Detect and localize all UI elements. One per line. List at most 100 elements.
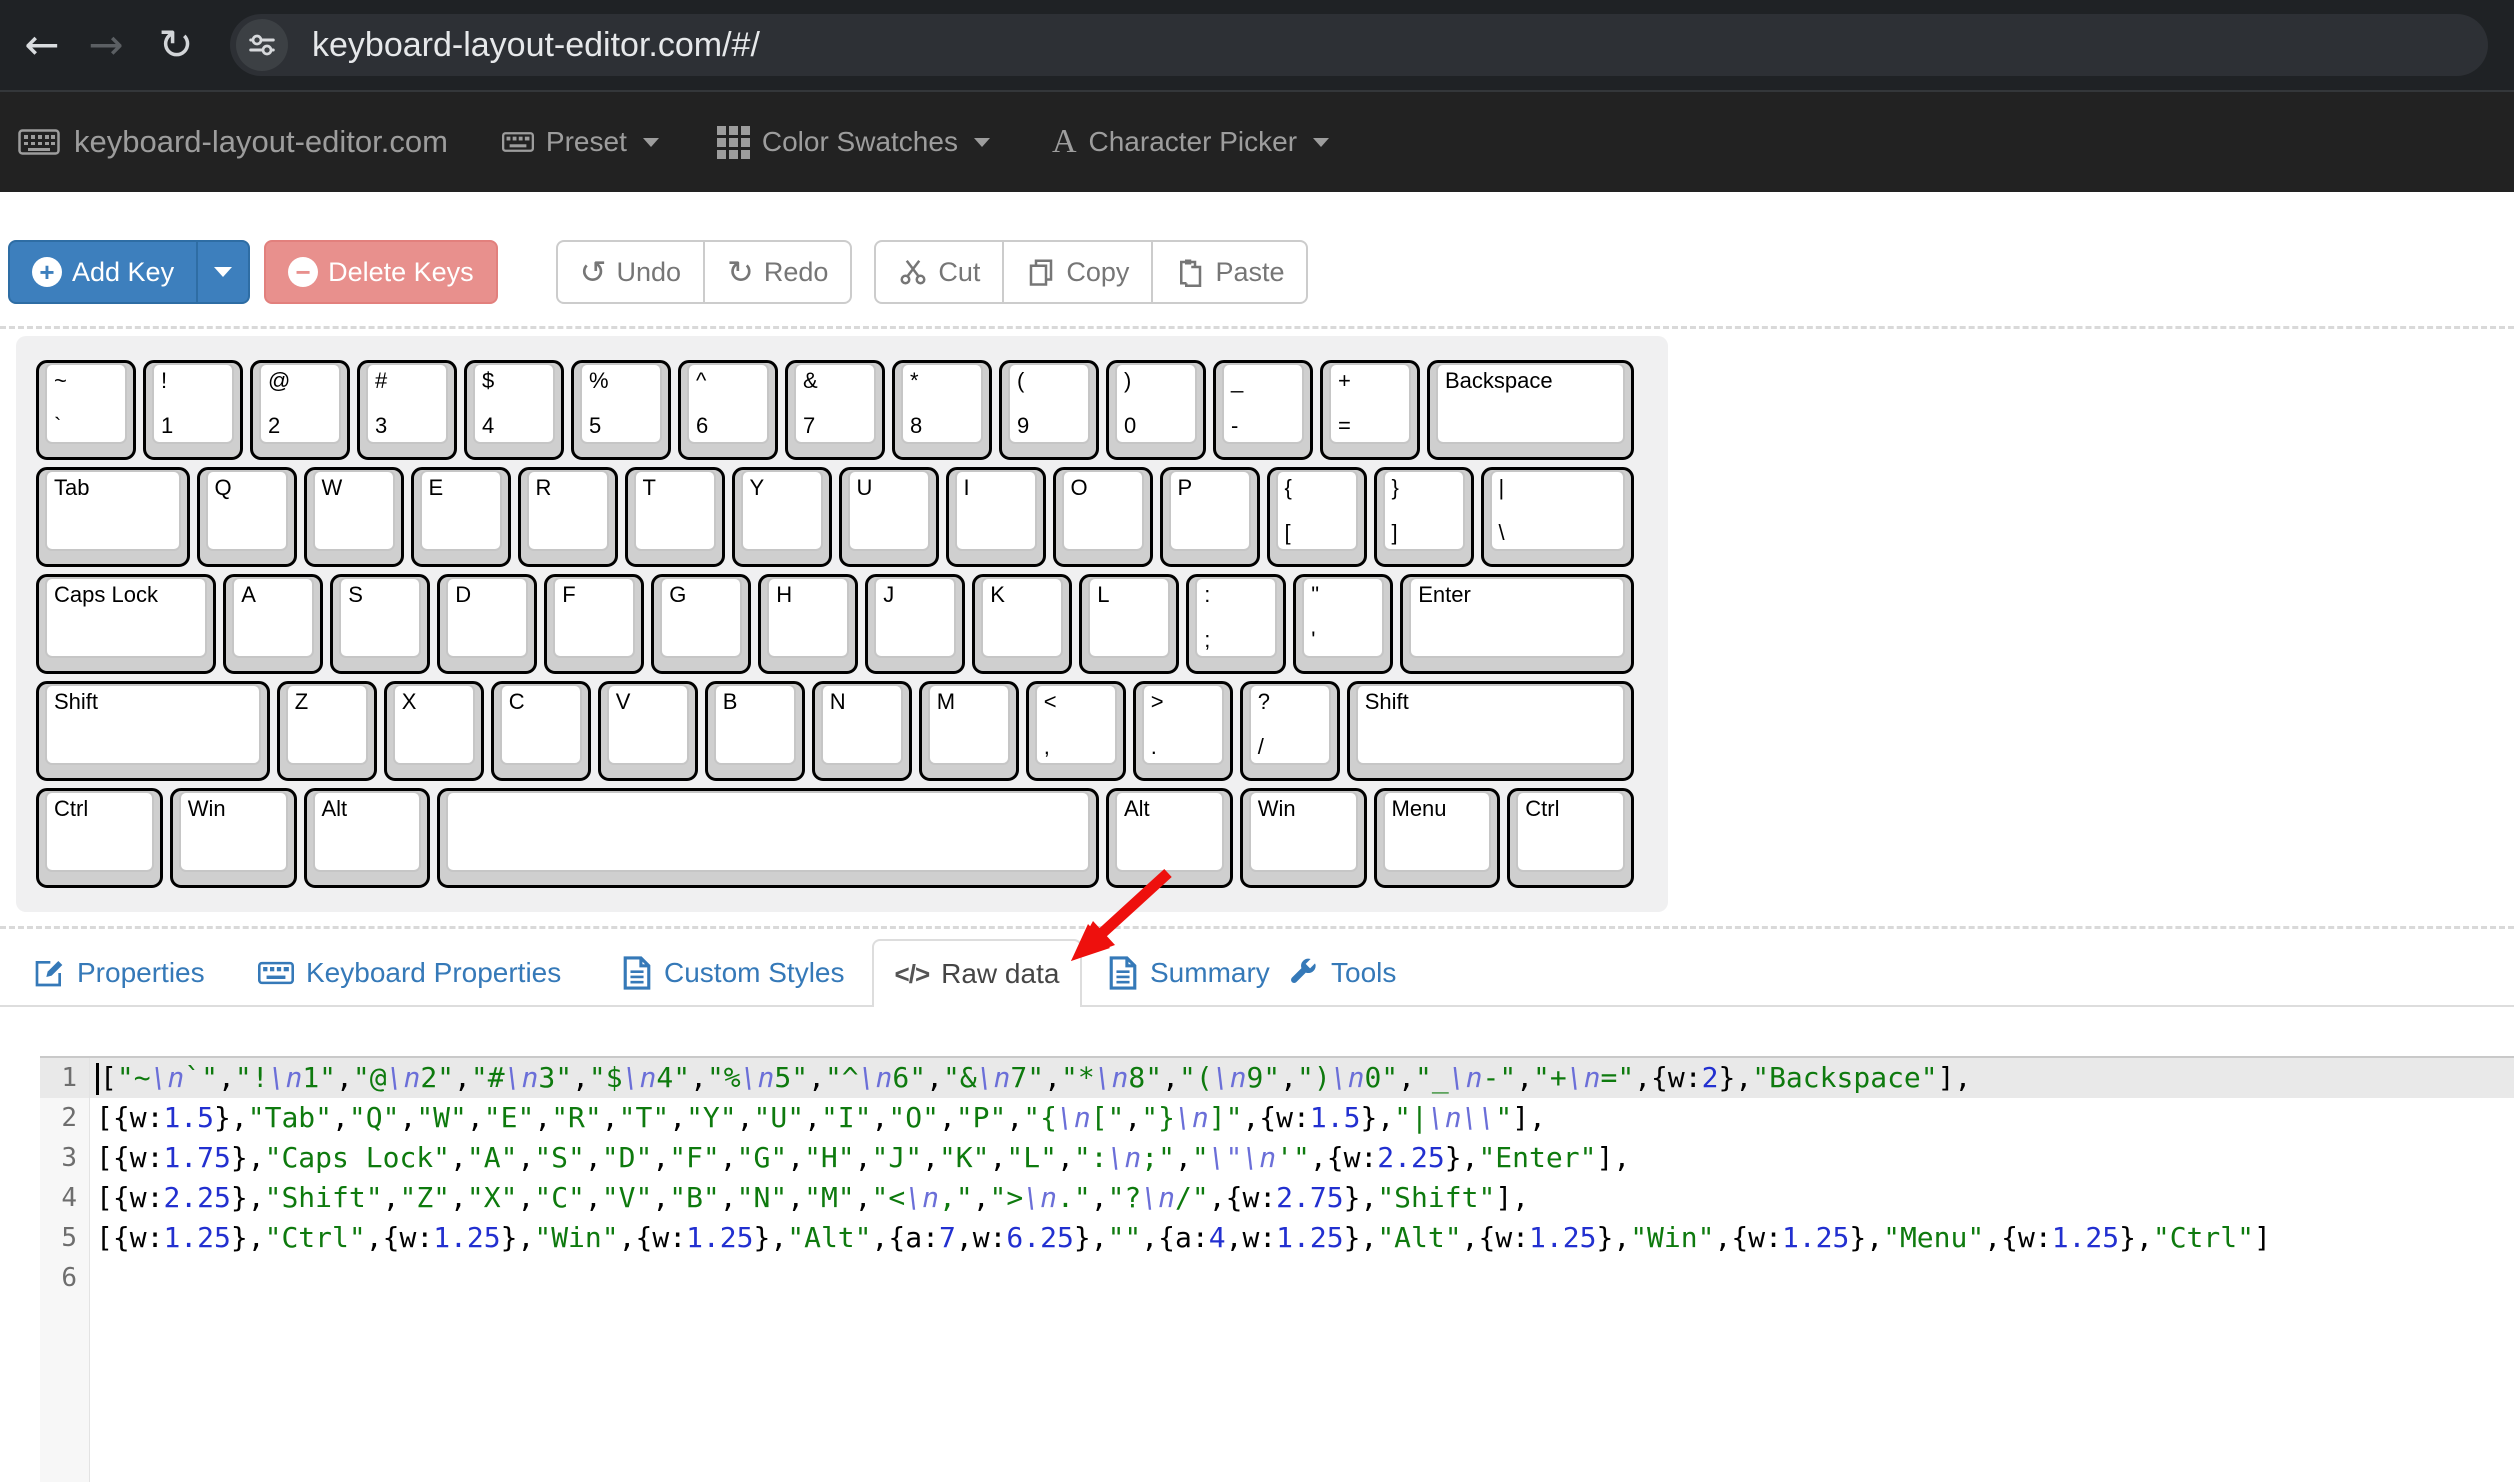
key-menu[interactable]: Menu <box>1374 788 1501 888</box>
key-d[interactable]: D <box>437 574 537 674</box>
key-r[interactable]: R <box>518 467 618 567</box>
history-group: ↺ Undo ↻ Redo <box>556 240 853 304</box>
key-tab[interactable]: Tab <box>36 467 190 567</box>
key-ctrl[interactable]: Ctrl <box>36 788 163 888</box>
address-bar[interactable]: keyboard-layout-editor.com/#/ <box>230 14 2488 76</box>
cut-button[interactable]: Cut <box>874 240 1004 304</box>
key-z[interactable]: Z <box>277 681 377 781</box>
key-c[interactable]: C <box>491 681 591 781</box>
key-![interactable]: !1 <box>143 360 243 460</box>
key-{[interactable]: {[ <box>1267 467 1367 567</box>
tab-raw-data[interactable]: </> Raw data <box>872 939 1082 1007</box>
paste-label: Paste <box>1215 257 1284 288</box>
key-#[interactable]: #3 <box>357 360 457 460</box>
key-g[interactable]: G <box>651 574 751 674</box>
key-*[interactable]: *8 <box>892 360 992 460</box>
key-enter[interactable]: Enter <box>1400 574 1634 674</box>
key-shift[interactable]: Shift <box>36 681 270 781</box>
add-key-dropdown-button[interactable] <box>196 240 250 304</box>
raw-data-editor[interactable]: 1["~\n`","!\n1","@\n2","#\n3","$\n4","%\… <box>40 1056 2514 1482</box>
key-v[interactable]: V <box>598 681 698 781</box>
key-([interactable]: (9 <box>999 360 1099 460</box>
tab-keyboard-properties[interactable]: Keyboard Properties <box>258 941 561 1005</box>
browser-back-icon[interactable]: ← <box>10 24 74 66</box>
key-k[interactable]: K <box>972 574 1072 674</box>
key-ctrl[interactable]: Ctrl <box>1507 788 1634 888</box>
tab-properties[interactable]: Properties <box>33 941 205 1005</box>
key-t[interactable]: T <box>625 467 725 567</box>
key-^[interactable]: ^6 <box>678 360 778 460</box>
key-$[interactable]: $4 <box>464 360 564 460</box>
paste-button[interactable]: Paste <box>1151 240 1308 304</box>
cut-label: Cut <box>938 257 980 288</box>
brand[interactable]: keyboard-layout-editor.com <box>18 124 448 160</box>
tab-summary[interactable]: Summary <box>1108 941 1270 1005</box>
key-alt[interactable]: Alt <box>1106 788 1233 888</box>
key-i[interactable]: I <box>946 467 1046 567</box>
browser-reload-icon[interactable]: ↻ <box>144 24 208 66</box>
key-)[interactable]: )0 <box>1106 360 1206 460</box>
menu-color-swatches-label: Color Swatches <box>762 126 958 158</box>
key-u[interactable]: U <box>839 467 939 567</box>
site-settings-icon[interactable] <box>236 19 288 71</box>
editor-filler <box>40 1298 2514 1482</box>
tab-tools[interactable]: Tools <box>1287 941 1396 1005</box>
menu-preset[interactable]: Preset <box>502 126 659 158</box>
key-s[interactable]: S <box>330 574 430 674</box>
key-@[interactable]: @2 <box>250 360 350 460</box>
key-~[interactable]: ~` <box>36 360 136 460</box>
key->[interactable]: >. <box>1133 681 1233 781</box>
key-<[interactable]: <, <box>1026 681 1126 781</box>
key-a[interactable]: A <box>223 574 323 674</box>
key-:[interactable]: :; <box>1186 574 1286 674</box>
tabs-bottom-border <box>0 1005 2514 1007</box>
key-o[interactable]: O <box>1053 467 1153 567</box>
key-h[interactable]: H <box>758 574 858 674</box>
undo-button[interactable]: ↺ Undo <box>556 240 705 304</box>
key-?[interactable]: ?/ <box>1240 681 1340 781</box>
delete-keys-label: Delete Keys <box>328 257 474 288</box>
key-&[interactable]: &7 <box>785 360 885 460</box>
copy-button[interactable]: Copy <box>1002 240 1153 304</box>
redo-button[interactable]: ↻ Redo <box>703 240 852 304</box>
key-f[interactable]: F <box>544 574 644 674</box>
key-j[interactable]: J <box>865 574 965 674</box>
chevron-down-icon <box>974 138 990 147</box>
add-key-button[interactable]: + Add Key <box>8 240 198 304</box>
minus-circle-icon: − <box>288 257 318 287</box>
key-w[interactable]: W <box>304 467 404 567</box>
key-l[interactable]: L <box>1079 574 1179 674</box>
key-win[interactable]: Win <box>170 788 297 888</box>
code-line-4: 4[{w:2.25},"Shift","Z","X","C","V","B","… <box>40 1178 2514 1218</box>
key-%[interactable]: %5 <box>571 360 671 460</box>
key-win[interactable]: Win <box>1240 788 1367 888</box>
browser-forward-icon[interactable]: → <box>74 24 138 66</box>
file-icon <box>1108 956 1138 990</box>
key-alt[interactable]: Alt <box>304 788 431 888</box>
key-space[interactable] <box>437 788 1099 888</box>
delete-keys-button[interactable]: − Delete Keys <box>264 240 498 304</box>
key-_[interactable]: _- <box>1213 360 1313 460</box>
key-q[interactable]: Q <box>197 467 297 567</box>
key-caps-lock[interactable]: Caps Lock <box>36 574 216 674</box>
toolbar: + Add Key − Delete Keys ↺ Undo ↻ Redo <box>8 240 1308 304</box>
key-m[interactable]: M <box>919 681 1019 781</box>
key-p[interactable]: P <box>1160 467 1260 567</box>
key-"[interactable]: "' <box>1293 574 1393 674</box>
key-shift[interactable]: Shift <box>1347 681 1634 781</box>
url-text[interactable]: keyboard-layout-editor.com/#/ <box>312 26 760 65</box>
file-icon <box>622 956 652 990</box>
key-n[interactable]: N <box>812 681 912 781</box>
key-+[interactable]: += <box>1320 360 1420 460</box>
menu-color-swatches[interactable]: Color Swatches <box>717 126 990 159</box>
key-}[interactable]: }] <box>1374 467 1474 567</box>
editor-gutter <box>40 1298 90 1482</box>
tab-custom-styles[interactable]: Custom Styles <box>622 941 845 1005</box>
key-b[interactable]: B <box>705 681 805 781</box>
key-backspace[interactable]: Backspace <box>1427 360 1634 460</box>
key-e[interactable]: E <box>411 467 511 567</box>
key-x[interactable]: X <box>384 681 484 781</box>
key-y[interactable]: Y <box>732 467 832 567</box>
key-|[interactable]: |\ <box>1481 467 1635 567</box>
menu-character-picker[interactable]: A Character Picker <box>1052 123 1329 161</box>
